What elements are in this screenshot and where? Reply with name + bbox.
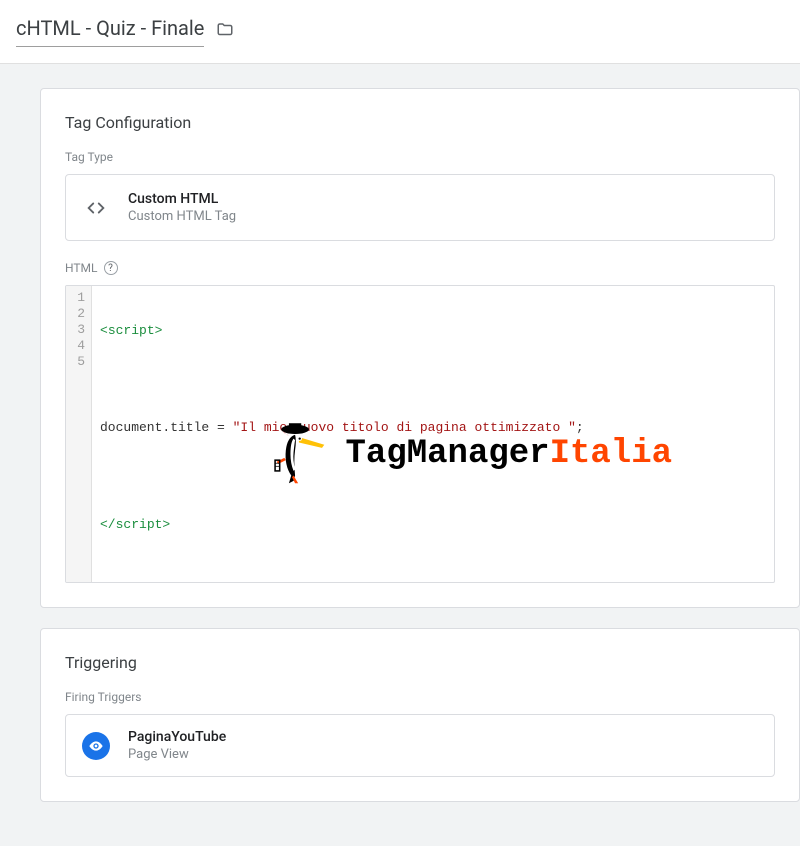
tag-type-selector[interactable]: Custom HTML Custom HTML Tag [65, 174, 775, 241]
triggering-title: Triggering [65, 653, 775, 672]
tag-configuration-card: Tag Configuration Tag Type Custom HTML C… [40, 88, 800, 608]
triggering-card: Triggering Firing Triggers PaginaYouTube… [40, 628, 800, 802]
folder-icon[interactable] [216, 21, 234, 43]
watermark-logo: TagManagerItalia [272, 404, 672, 504]
trigger-item[interactable]: PaginaYouTube Page View [65, 714, 775, 777]
code-gutter: 1 2 3 4 5 [66, 286, 92, 582]
html-label: HTML ? [65, 261, 775, 275]
logo-text: TagManagerItalia [346, 433, 672, 476]
code-icon [82, 194, 110, 222]
trigger-type: Page View [128, 747, 226, 762]
firing-triggers-label: Firing Triggers [65, 690, 775, 704]
trigger-name: PaginaYouTube [128, 729, 226, 745]
help-icon[interactable]: ? [104, 261, 118, 275]
page-title[interactable]: cHTML - Quiz - Finale [16, 16, 204, 47]
bird-icon [272, 404, 334, 504]
tag-type-subtitle: Custom HTML Tag [128, 209, 236, 224]
page-body: Tag Configuration Tag Type Custom HTML C… [0, 64, 800, 846]
tag-type-label: Tag Type [65, 150, 775, 164]
tag-type-name: Custom HTML [128, 191, 236, 207]
tag-config-title: Tag Configuration [65, 113, 775, 132]
pageview-icon [82, 732, 110, 760]
page-header: cHTML - Quiz - Finale [0, 0, 800, 64]
html-code-editor[interactable]: 1 2 3 4 5 <script> document.title = "Il … [65, 285, 775, 583]
code-content[interactable]: <script> document.title = "Il mio nuovo … [92, 286, 774, 582]
